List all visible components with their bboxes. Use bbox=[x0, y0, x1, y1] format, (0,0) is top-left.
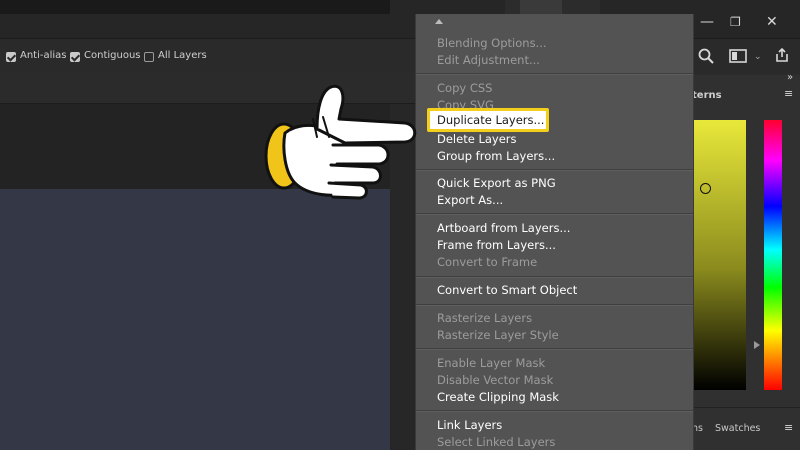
restore-icon[interactable]: ❐ bbox=[730, 15, 741, 29]
menu-scroll-up-icon[interactable] bbox=[435, 19, 443, 24]
anti-alias-checkbox[interactable] bbox=[6, 52, 16, 62]
panel-menu-icon[interactable]: ≡ bbox=[784, 421, 793, 435]
menu-separator bbox=[416, 410, 693, 412]
color-picker-field[interactable] bbox=[692, 120, 746, 390]
minimize-icon[interactable]: — bbox=[700, 15, 714, 29]
title-bar-button[interactable] bbox=[520, 0, 562, 14]
hue-slider-arrow[interactable] bbox=[754, 341, 760, 349]
menu-item-enable-layer-mask[interactable]: Enable Layer Mask bbox=[437, 356, 545, 370]
share-icon[interactable] bbox=[774, 47, 790, 63]
menu-separator bbox=[416, 213, 693, 215]
title-bar-dark-area bbox=[0, 0, 390, 14]
menu-separator bbox=[416, 276, 693, 278]
menu-item-frame-from-layers[interactable]: Frame from Layers... bbox=[437, 238, 556, 252]
menu-item-quick-export-png[interactable]: Quick Export as PNG bbox=[437, 176, 556, 190]
layer-context-menu: Blending Options... Edit Adjustment... C… bbox=[415, 14, 694, 450]
menu-item-disable-vector-mask[interactable]: Disable Vector Mask bbox=[437, 373, 553, 387]
pointing-hand-icon bbox=[264, 84, 417, 200]
contiguous-checkbox[interactable] bbox=[70, 52, 80, 62]
menu-item-export-as[interactable]: Export As... bbox=[437, 193, 503, 207]
color-picker-cursor[interactable] bbox=[700, 183, 711, 194]
menu-item-copy-css[interactable]: Copy CSS bbox=[437, 81, 492, 95]
menu-item-duplicate-layers-label: Duplicate Layers... bbox=[437, 113, 545, 127]
document-canvas[interactable] bbox=[0, 189, 390, 450]
menu-item-create-clipping-mask[interactable]: Create Clipping Mask bbox=[437, 390, 559, 404]
color-panel: » terns ≡ ns Swatches ≡ bbox=[692, 72, 800, 450]
menu-item-edit-adjustment[interactable]: Edit Adjustment... bbox=[437, 53, 540, 67]
menu-item-blending-options[interactable]: Blending Options... bbox=[437, 36, 547, 50]
menu-separator bbox=[416, 348, 693, 350]
menu-item-convert-to-smart-object[interactable]: Convert to Smart Object bbox=[437, 283, 577, 297]
menu-item-rasterize-layer-style[interactable]: Rasterize Layer Style bbox=[437, 328, 559, 342]
contiguous-label: Contiguous bbox=[84, 50, 141, 61]
menu-item-rasterize-layers[interactable]: Rasterize Layers bbox=[437, 311, 532, 325]
menu-separator bbox=[416, 73, 693, 75]
tab-patterns[interactable]: terns bbox=[692, 90, 722, 101]
all-layers-label: All Layers bbox=[158, 50, 207, 61]
menu-item-artboard-from-layers[interactable]: Artboard from Layers... bbox=[437, 221, 570, 235]
panel-menu-icon[interactable]: ≡ bbox=[784, 87, 793, 101]
all-layers-checkbox[interactable] bbox=[144, 52, 154, 62]
anti-alias-label: Anti-alias bbox=[20, 50, 67, 61]
menu-separator bbox=[416, 304, 693, 306]
close-icon[interactable]: ✕ bbox=[766, 15, 778, 29]
collapse-panel-icon[interactable]: » bbox=[787, 72, 793, 83]
search-icon[interactable] bbox=[698, 48, 714, 64]
menu-item-select-linked-layers[interactable]: Select Linked Layers bbox=[437, 435, 555, 449]
menu-item-group-from-layers[interactable]: Group from Layers... bbox=[437, 149, 555, 163]
tab-swatches[interactable]: Swatches bbox=[715, 423, 760, 434]
menu-item-link-layers[interactable]: Link Layers bbox=[437, 418, 502, 432]
menu-item-convert-to-frame[interactable]: Convert to Frame bbox=[437, 255, 537, 269]
chevron-down-icon[interactable]: ⌄ bbox=[754, 50, 762, 64]
menu-separator bbox=[416, 169, 693, 171]
menu-item-duplicate-layers[interactable]: Duplicate Layers... bbox=[427, 108, 549, 132]
workspace-icon[interactable] bbox=[729, 49, 747, 63]
panel-footer: ns Swatches ≡ bbox=[692, 407, 800, 434]
menu-item-delete-layers[interactable]: Delete Layers bbox=[437, 132, 517, 146]
hue-slider[interactable] bbox=[764, 120, 782, 390]
